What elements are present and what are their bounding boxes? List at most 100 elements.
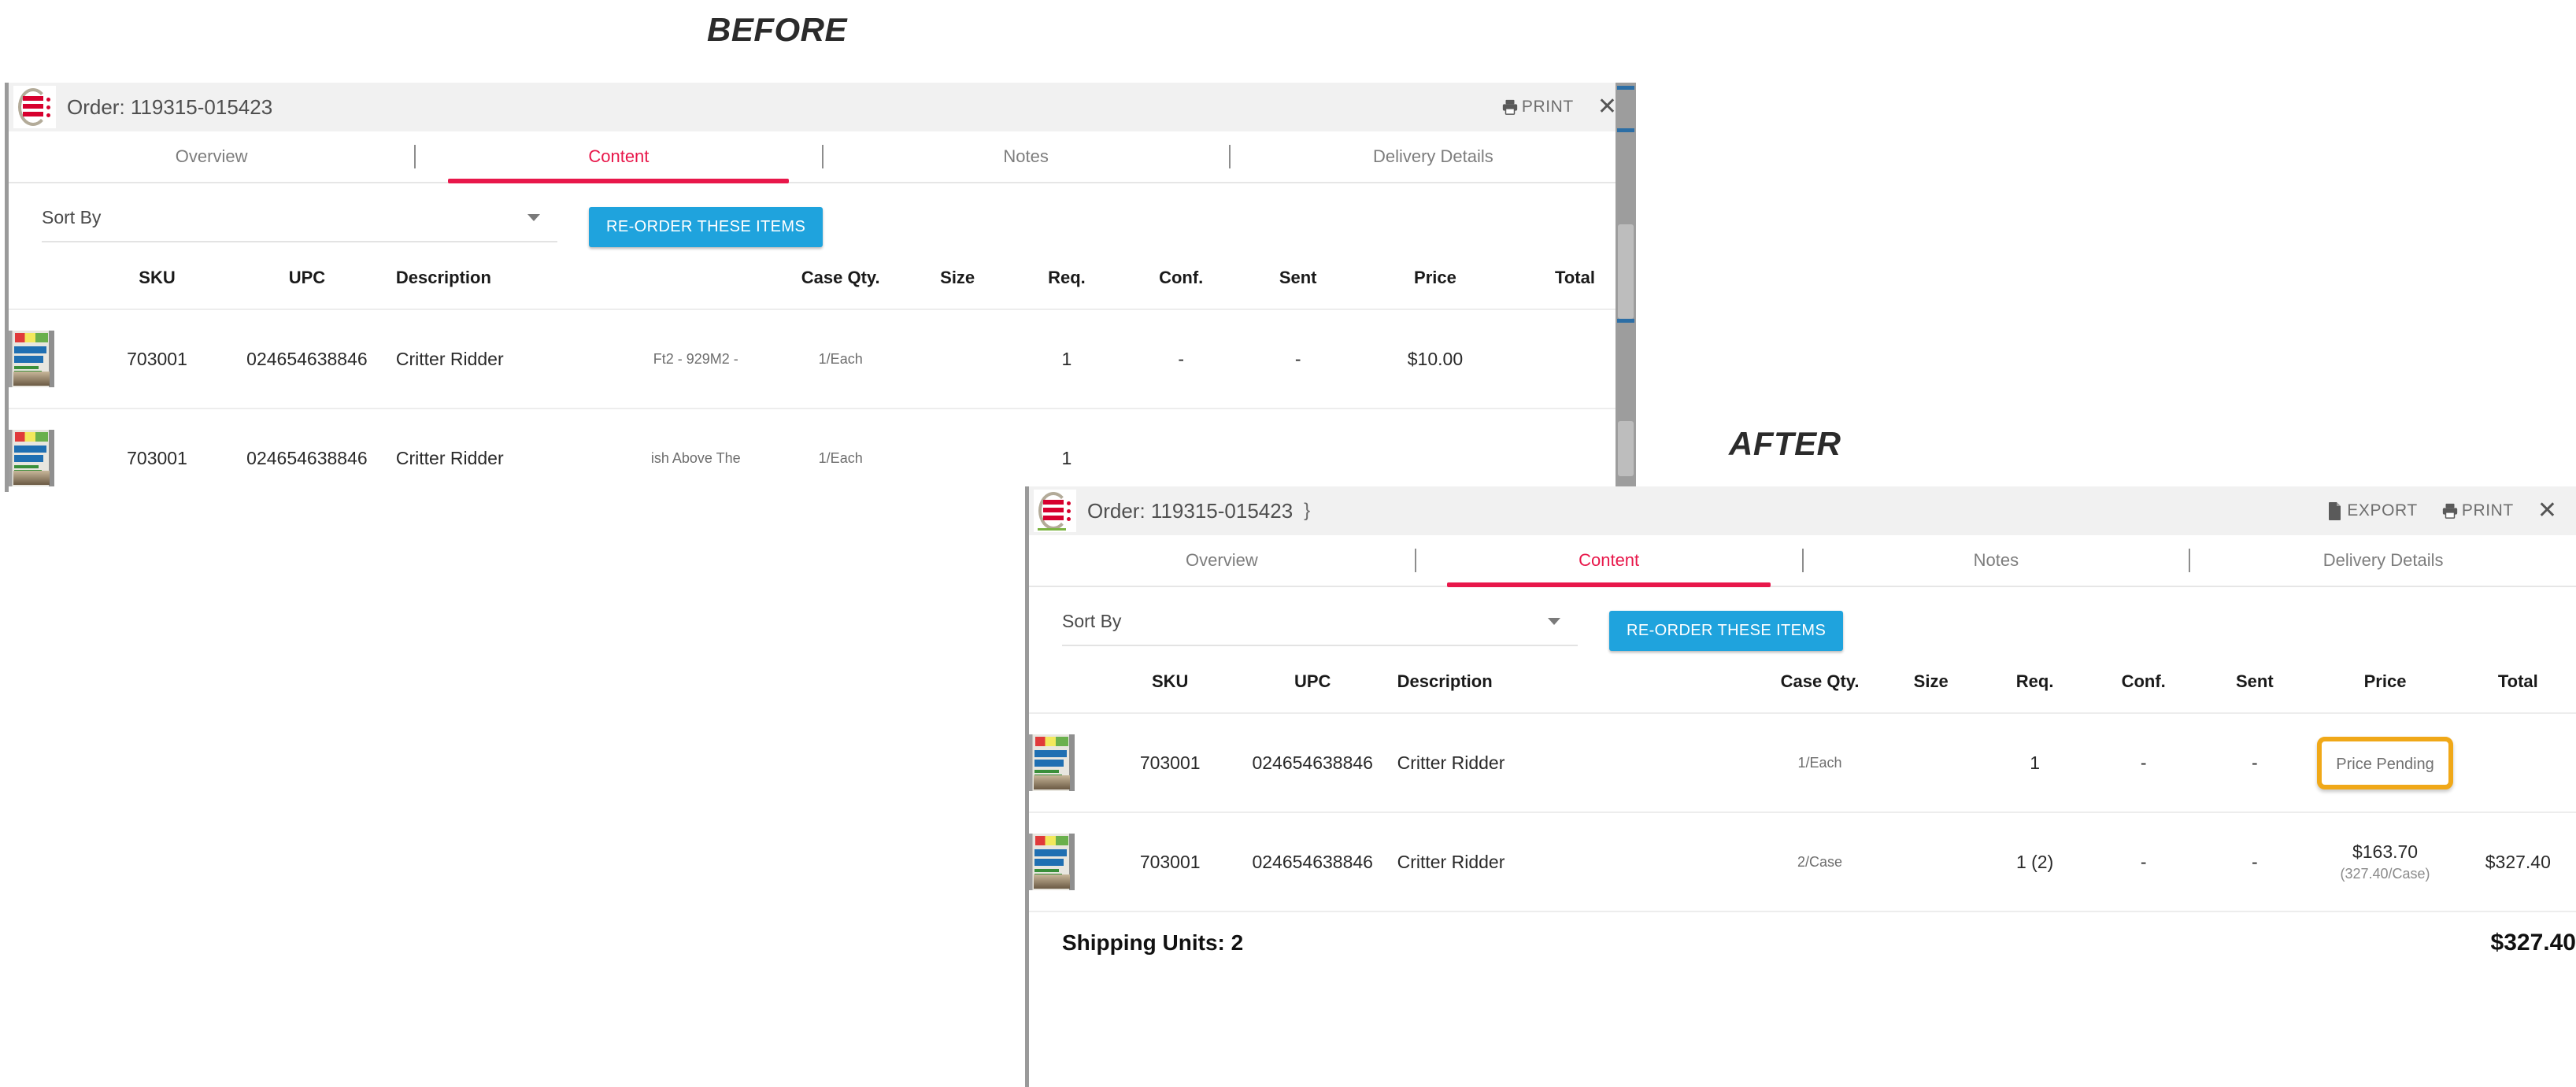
reorder-items-button[interactable]: RE-ORDER THESE ITEMS bbox=[589, 207, 823, 247]
close-icon[interactable]: ✕ bbox=[1597, 95, 1617, 119]
product-thumbnail bbox=[1029, 734, 1075, 791]
comparison-stage: BEFORE AFTER Order: 119315-015423 bbox=[0, 0, 2576, 1087]
row-thumbnail-cell bbox=[1029, 713, 1112, 812]
tab-content[interactable]: Content bbox=[416, 131, 821, 182]
cell-price: Price Pending bbox=[2310, 713, 2459, 812]
sort-by-select[interactable]: Sort By bbox=[42, 207, 557, 242]
tab-overview[interactable]: Overview bbox=[1029, 535, 1415, 586]
print-button-label: PRINT bbox=[1522, 98, 1574, 116]
tab-content[interactable]: Content bbox=[1416, 535, 1802, 586]
cell-upc: 024654638846 bbox=[1228, 812, 1397, 911]
cell-description: Critter Ridder bbox=[396, 409, 615, 492]
cell-sku: 703001 bbox=[1112, 812, 1228, 911]
tab-delivery-details[interactable]: Delivery Details bbox=[2190, 535, 2576, 586]
close-icon[interactable]: ✕ bbox=[2537, 499, 2557, 523]
before-order-panel: Order: 119315-015423 PRINT ✕ bbox=[5, 83, 1636, 492]
col-price: Price bbox=[2310, 651, 2459, 713]
chevron-down-icon bbox=[527, 214, 540, 221]
tab-notes[interactable]: Notes bbox=[1804, 535, 2189, 586]
print-button[interactable]: PRINT bbox=[1501, 98, 1574, 116]
tab-overview[interactable]: Overview bbox=[9, 131, 414, 182]
product-thumbnail bbox=[9, 430, 54, 486]
col-price: Price bbox=[1356, 247, 1514, 309]
order-number-title: Order: 119315-015423 bbox=[67, 95, 272, 120]
cell-sent bbox=[1239, 409, 1356, 492]
col-spacer bbox=[614, 247, 777, 309]
cell-case-qty: 1/Each bbox=[777, 409, 904, 492]
table-row[interactable]: 703001 024654638846 Critter Ridder ish A… bbox=[9, 409, 1636, 492]
tab-notes[interactable]: Notes bbox=[824, 131, 1229, 182]
price-pending-highlight: Price Pending bbox=[2317, 737, 2453, 789]
document-icon bbox=[2326, 501, 2344, 520]
cell-description: Critter Ridder bbox=[1397, 713, 1605, 812]
after-order-panel: Order: 119315-015423 } EXPORT bbox=[1025, 486, 2576, 1087]
tab-content-label: Content bbox=[1579, 550, 1639, 571]
table-row[interactable]: 703001 024654638846 Critter Ridder 1/Eac… bbox=[1029, 713, 2576, 812]
cell-description-detail: Ft2 - 929M2 - bbox=[614, 309, 777, 409]
cell-sku: 703001 bbox=[1112, 713, 1228, 812]
print-button[interactable]: PRINT bbox=[2441, 501, 2514, 520]
table-row[interactable]: 703001 024654638846 Critter Ridder Ft2 -… bbox=[9, 309, 1636, 409]
col-description: Description bbox=[1397, 651, 1605, 713]
col-case-qty: Case Qty. bbox=[1760, 651, 1880, 713]
before-caption: BEFORE bbox=[707, 11, 847, 49]
vertical-scrollbar[interactable] bbox=[1616, 83, 1636, 492]
cell-conf: - bbox=[1123, 309, 1239, 409]
col-upc: UPC bbox=[1228, 651, 1397, 713]
table-row[interactable]: 703001 024654638846 Critter Ridder 2/Cas… bbox=[1029, 812, 2576, 911]
after-items-table: SKU UPC Description Case Qty. Size Req. … bbox=[1029, 651, 2576, 911]
cell-sent: - bbox=[1239, 309, 1356, 409]
reorder-items-button[interactable]: RE-ORDER THESE ITEMS bbox=[1609, 611, 1843, 651]
cell-description-detail bbox=[1604, 812, 1759, 911]
tab-overview-label: Overview bbox=[176, 146, 248, 167]
cell-size bbox=[904, 409, 1011, 492]
sort-by-label: Sort By bbox=[1062, 611, 1121, 632]
cell-description: Critter Ridder bbox=[1397, 812, 1605, 911]
col-upc: UPC bbox=[218, 247, 396, 309]
col-sku: SKU bbox=[1112, 651, 1228, 713]
export-button[interactable]: EXPORT bbox=[2326, 501, 2418, 520]
col-thumb bbox=[9, 247, 96, 309]
product-thumbnail bbox=[1029, 834, 1075, 890]
row-thumbnail-cell bbox=[1029, 812, 1112, 911]
unit-price-value: $163.70 bbox=[2352, 841, 2418, 862]
cell-total: $327.40 bbox=[2460, 812, 2576, 911]
after-titlebar: Order: 119315-015423 } EXPORT bbox=[1029, 486, 2576, 535]
col-size: Size bbox=[904, 247, 1011, 309]
cell-conf bbox=[1123, 409, 1239, 492]
cell-case-qty: 1/Each bbox=[777, 309, 904, 409]
cell-description: Critter Ridder bbox=[396, 309, 615, 409]
price-pending-label: Price Pending bbox=[2336, 756, 2434, 773]
col-sent: Sent bbox=[1239, 247, 1356, 309]
cell-price: $163.70 (327.40/Case) bbox=[2310, 812, 2459, 911]
tab-content-label: Content bbox=[588, 146, 649, 167]
cell-sent: - bbox=[2199, 812, 2310, 911]
cell-upc: 024654638846 bbox=[1228, 713, 1397, 812]
cell-sku: 703001 bbox=[96, 409, 218, 492]
chevron-down-icon bbox=[1548, 618, 1560, 625]
col-description: Description bbox=[396, 247, 615, 309]
cell-case-qty: 1/Each bbox=[1760, 713, 1880, 812]
tab-delivery-details-label: Delivery Details bbox=[1373, 146, 1493, 167]
order-number-suffix: } bbox=[1304, 500, 1310, 522]
printer-icon bbox=[1501, 98, 1519, 116]
cell-description-detail bbox=[1604, 713, 1759, 812]
sort-by-select[interactable]: Sort By bbox=[1062, 611, 1578, 646]
after-titlebar-actions: EXPORT PRINT ✕ bbox=[2326, 499, 2576, 523]
tab-delivery-details[interactable]: Delivery Details bbox=[1231, 131, 1636, 182]
cell-size bbox=[1880, 812, 1982, 911]
tab-notes-label: Notes bbox=[1003, 146, 1048, 167]
before-controls-row: Sort By RE-ORDER THESE ITEMS bbox=[9, 183, 1636, 247]
export-button-label: EXPORT bbox=[2347, 501, 2418, 520]
before-tabs: Overview Content Notes Delivery Details bbox=[9, 131, 1636, 183]
before-titlebar: Order: 119315-015423 PRINT ✕ bbox=[9, 83, 1636, 131]
row-thumbnail-cell bbox=[9, 409, 96, 492]
tab-delivery-details-label: Delivery Details bbox=[2323, 550, 2444, 571]
cell-total bbox=[2460, 713, 2576, 812]
table-header-row: SKU UPC Description Case Qty. Size Req. … bbox=[1029, 651, 2576, 713]
cell-sent: - bbox=[2199, 713, 2310, 812]
col-sku: SKU bbox=[96, 247, 218, 309]
col-thumb bbox=[1029, 651, 1112, 713]
col-case-qty: Case Qty. bbox=[777, 247, 904, 309]
col-spacer bbox=[1604, 651, 1759, 713]
